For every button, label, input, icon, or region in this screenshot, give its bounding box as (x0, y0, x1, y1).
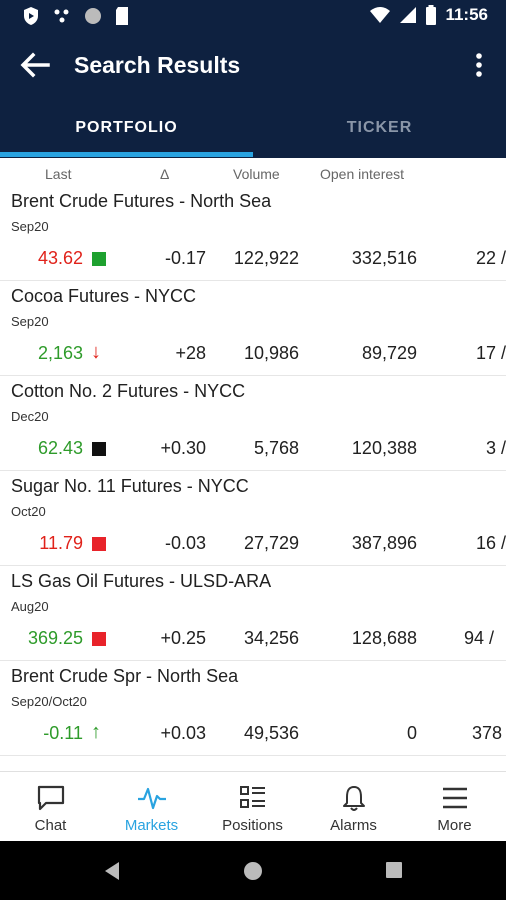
nav-label: Positions (222, 817, 283, 834)
wifi-icon (370, 7, 391, 23)
back-triangle-icon[interactable] (103, 861, 121, 881)
nav-label: Markets (124, 817, 179, 834)
open-interest: 387,896 (351, 533, 417, 553)
extra-value: 17 / (476, 343, 506, 363)
last-price: 62.43 (37, 438, 83, 458)
last-price: 2,163 (37, 343, 83, 363)
nav-label: Alarms (330, 817, 377, 834)
extra-value: 3 / (486, 438, 506, 458)
last-price: 43.62 (37, 248, 83, 268)
price-change: +0.03 (160, 723, 206, 743)
battery-icon (426, 5, 437, 25)
nav-chat[interactable]: Chat (0, 772, 101, 842)
nav-more[interactable]: More (404, 772, 505, 842)
markets-icon (137, 787, 166, 810)
network-icon (54, 9, 69, 23)
sd-card-icon (116, 7, 128, 25)
page-title: Search Results (74, 52, 241, 78)
price-change: -0.03 (164, 533, 206, 553)
red-square-icon (92, 537, 106, 551)
contract-month: Sep20 (11, 314, 49, 329)
volume: 34,256 (243, 628, 299, 648)
arrow-up-icon: ↑ (91, 721, 101, 743)
instrument-name: Sugar No. 11 Futures - NYCC (11, 476, 249, 496)
more-vert-icon[interactable] (470, 52, 488, 80)
green-square-icon (92, 252, 106, 266)
price-change: +28 (175, 343, 206, 363)
last-price: 11.79 (39, 533, 83, 553)
tab-ticker[interactable]: TICKER (253, 98, 506, 158)
tab-bar: PORTFOLIO TICKER (0, 98, 506, 158)
clock: 11:56 (445, 5, 488, 24)
nav-alarms[interactable]: Alarms (303, 772, 404, 842)
instrument-name: Cotton No. 2 Futures - NYCC (11, 381, 246, 401)
open-interest: 0 (406, 723, 417, 743)
open-interest: 120,388 (351, 438, 417, 458)
instrument-name: Cocoa Futures - NYCC (11, 286, 197, 306)
nav-label: More (437, 817, 472, 834)
arrow-down-icon: ↓ (91, 341, 101, 363)
chat-icon (37, 785, 64, 811)
list-item[interactable]: Cocoa Futures - NYCC Sep20 2,163 ↓ +28 1… (0, 281, 506, 376)
nav-markets[interactable]: Markets (101, 772, 202, 842)
price-change: +0.25 (160, 628, 206, 648)
home-circle-icon[interactable] (243, 861, 263, 881)
open-interest: 332,516 (351, 248, 417, 268)
contract-month: Aug20 (11, 599, 49, 614)
column-header-volume: Volume (233, 166, 280, 182)
menu-icon (442, 787, 467, 809)
volume: 5,768 (253, 438, 299, 458)
contract-month: Sep20/Oct20 (11, 694, 87, 709)
contract-month: Oct20 (11, 504, 46, 519)
contract-month: Dec20 (11, 409, 49, 424)
nav-positions[interactable]: Positions (202, 772, 303, 842)
bell-icon (342, 786, 365, 811)
tab-portfolio[interactable]: PORTFOLIO (0, 98, 253, 158)
open-interest: 128,688 (351, 628, 417, 648)
volume: 122,922 (233, 248, 299, 268)
extra-value: 16 / (476, 533, 506, 553)
price-change: +0.30 (160, 438, 206, 458)
system-navigation-bar (0, 841, 506, 900)
extra-value: 22 / (476, 248, 506, 268)
black-square-icon (92, 442, 106, 456)
recents-square-icon[interactable] (385, 861, 403, 879)
volume: 49,536 (243, 723, 299, 743)
contract-month: Sep20 (11, 219, 49, 234)
signal-icon (400, 7, 417, 23)
bottom-navigation: Chat Markets Positions Alarms More (0, 771, 506, 841)
volume: 27,729 (243, 533, 299, 553)
app-bar: Search Results (0, 32, 506, 98)
column-header-last: Last (45, 166, 72, 182)
extra-value: 378 (472, 723, 503, 743)
nav-label: Chat (34, 817, 67, 834)
price-change: -0.17 (164, 248, 206, 268)
instrument-name: Brent Crude Futures - North Sea (11, 191, 272, 211)
list-item[interactable]: LS Gas Oil Futures - ULSD-ARA Aug20 369.… (0, 566, 506, 661)
results-list: Brent Crude Futures - North Sea Sep20 43… (0, 186, 506, 756)
column-header-open-interest: Open interest (320, 166, 405, 182)
last-price: 369.25 (27, 628, 83, 648)
list-item[interactable]: Cotton No. 2 Futures - NYCC Dec20 62.43 … (0, 376, 506, 471)
circle-icon (85, 8, 101, 24)
list-item[interactable]: Brent Crude Futures - North Sea Sep20 43… (0, 186, 506, 281)
instrument-name: Brent Crude Spr - North Sea (11, 666, 239, 686)
volume: 10,986 (243, 343, 299, 363)
extra-value: 94 / (464, 628, 495, 648)
list-item[interactable]: Sugar No. 11 Futures - NYCC Oct20 11.79 … (0, 471, 506, 566)
red-square-icon (92, 632, 106, 646)
column-headers: Last Δ Volume Open interest (0, 160, 506, 186)
column-header-delta: Δ (160, 166, 170, 182)
list-item[interactable]: Brent Crude Spr - North Sea Sep20/Oct20 … (0, 661, 506, 756)
last-price: -0.11 (43, 723, 83, 743)
tab-indicator (0, 152, 253, 157)
shield-icon (24, 7, 38, 25)
open-interest: 89,729 (361, 343, 417, 363)
instrument-name: LS Gas Oil Futures - ULSD-ARA (11, 571, 272, 591)
back-arrow-icon[interactable] (18, 50, 52, 80)
positions-icon (239, 786, 265, 808)
status-bar: 11:56 (0, 0, 506, 32)
